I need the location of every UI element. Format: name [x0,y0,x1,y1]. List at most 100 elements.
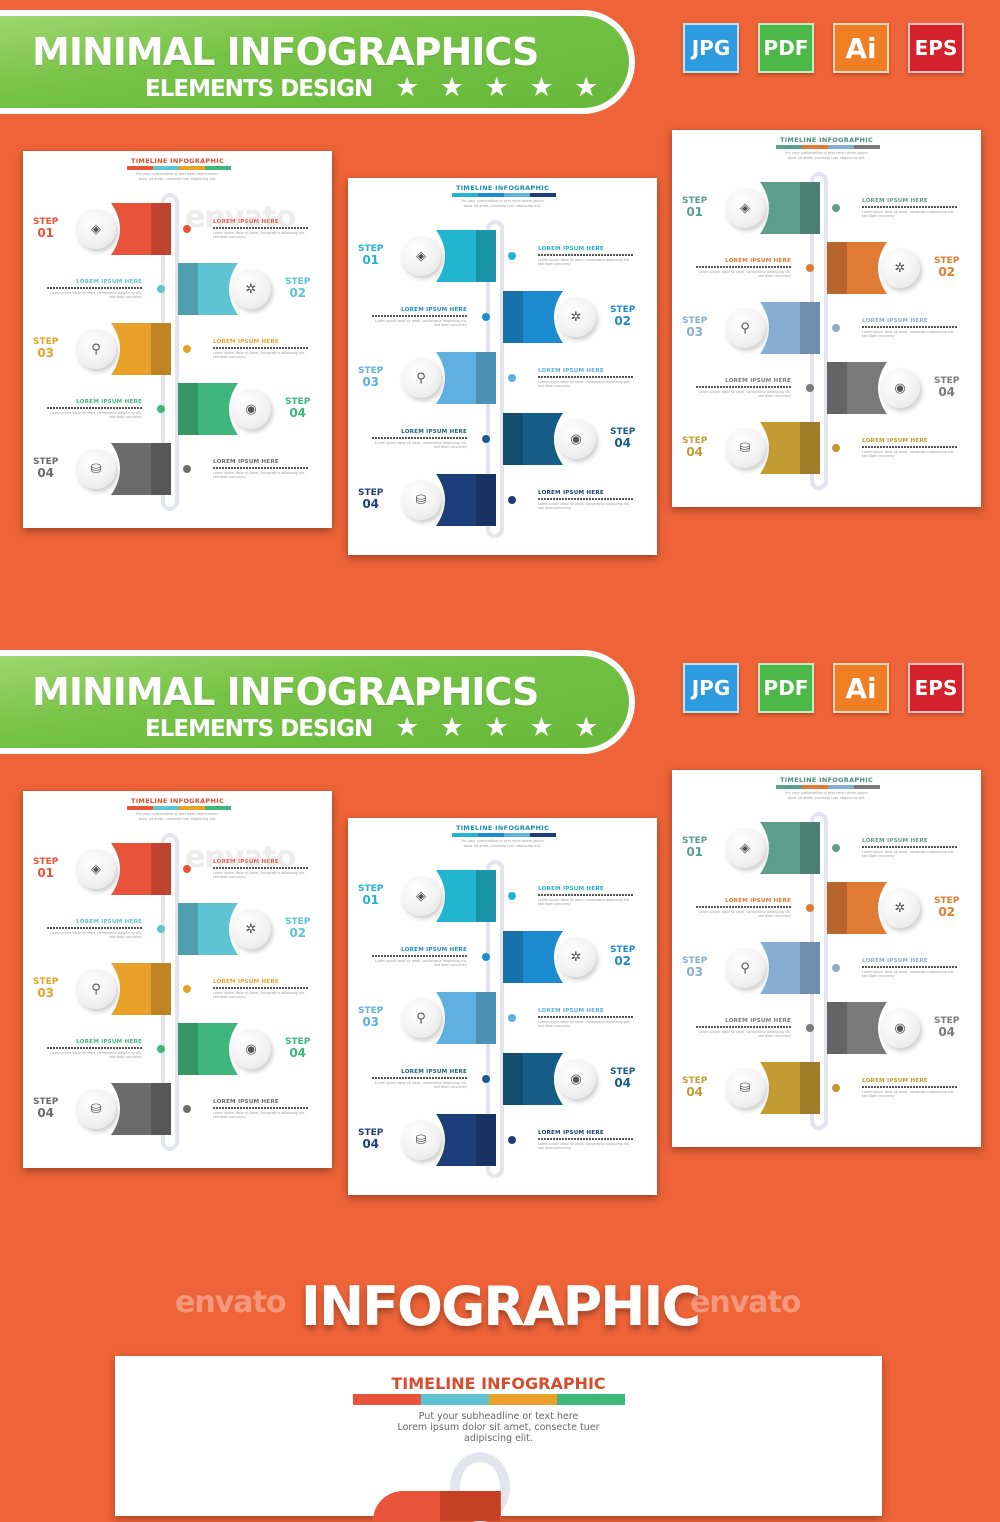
rating-stars-icon: ★ ★ ★ ★ ★ [395,72,605,103]
step-shape [503,291,563,343]
timeline-step: ◉ STEP 04 LOREM IPSUM HERE Lorem ipsum dol… [348,1053,657,1109]
timeline-step: ⛁ STEP 04 LOREM IPSUM HERE Lorem ipsum dol… [23,1083,332,1139]
timeline-dot [508,252,516,260]
diamond-icon: ◈ [725,188,765,228]
color-bar [127,166,231,170]
timeline-step: ◉ STEP 04 LOREM IPSUM HERE Lorem ipsum dol… [23,1023,332,1079]
color-bar [127,806,231,810]
timeline-step: ◈ STEP 01 LOREM IPSUM HERE Lorem ipsum dol… [672,822,981,878]
card-subtitle: Put your subheadline or text here Lorem … [461,199,544,208]
step-shape [178,263,238,315]
color-bar-segment [530,833,556,837]
banner-subtitle: ELEMENTS DESIGN [145,76,373,102]
step-description: LOREM IPSUM HERE Lorem ipsum dolor sit am… [372,1069,467,1089]
preview-section-1: MINIMAL INFOGRAPHICS ELEMENTS DESIGN ★ ★… [0,0,1000,640]
step-label: STEP 04 [934,1016,960,1039]
timeline-dot [482,435,490,443]
database-icon: ⛁ [401,1120,441,1160]
step-label: STEP 04 [610,427,636,450]
card-title: TIMELINE INFOGRAPHIC [130,157,225,165]
card-subtitle: Put your subheadline or text here Lorem … [785,151,868,160]
color-bar-segment [127,806,153,810]
color-bar [452,833,556,837]
people-icon: ⚲ [725,948,765,988]
step-description: LOREM IPSUM HERE Lorem ipsum dolor sit am… [862,838,957,858]
diamond-icon: ◈ [76,209,116,249]
card-subtitle: Put your subheadline or text here Lorem … [136,172,219,181]
people-icon: ⚲ [401,358,441,398]
step-shape [436,1114,496,1166]
timeline-dot [508,496,516,504]
step-shape [436,230,496,282]
eye-icon: ◉ [231,389,271,429]
timeline-step: ✲ STEP 02 LOREM IPSUM HERE Lorem ipsum dol… [23,903,332,959]
timeline-step: ⚲ STEP 03 LOREM IPSUM HERE Lorem ipsum dol… [23,323,332,379]
people-icon: ⚲ [725,308,765,348]
step-label: STEP 01 [682,836,708,859]
step-shape [760,1062,820,1114]
timeline-step: ⛁ STEP 04 LOREM IPSUM HERE Lorem ipsum dol… [348,1114,657,1170]
timeline-dot [806,384,814,392]
step-label: STEP 04 [358,1128,384,1151]
step-shape [760,822,820,874]
timeline-dot [157,405,165,413]
step-label: STEP 01 [33,857,59,880]
timeline-step: ◈ STEP 01 LOREM IPSUM HERE Lorem ipsum dol… [348,870,657,926]
timeline-dot [832,844,840,852]
step-label: STEP 03 [33,977,59,1000]
timeline-dot [482,953,490,961]
step-description: LOREM IPSUM HERE Lorem ipsum dolor sit am… [696,258,791,278]
eps-badge: EPS [908,663,964,713]
envato-watermark: envato [185,200,296,235]
timeline-card: TIMELINE INFOGRAPHIC Put your subheadlin… [672,770,981,1147]
step-label: STEP 04 [358,488,384,511]
timeline-dot [508,1136,516,1144]
step-shape [178,383,238,435]
timeline-step: ⛁ STEP 04 LOREM IPSUM HERE Lorem ipsum dol… [672,422,981,478]
color-bar-segment [153,166,179,170]
timeline-dot [183,985,191,993]
step-label: STEP 01 [682,196,708,219]
step-description: LOREM IPSUM HERE Lorem ipsum dolor sit am… [862,958,957,978]
gear-icon: ✲ [880,248,920,288]
color-bar-segment [530,193,556,197]
gear-icon: ✲ [231,269,271,309]
people-icon: ⚲ [76,969,116,1009]
timeline-dot [806,904,814,912]
step-shape [436,870,496,922]
step-description: LOREM IPSUM HERE Lorem ipsum dolor sit am… [213,1099,308,1119]
color-bar-segment [353,1394,421,1405]
timeline-step: ✲ STEP 02 LOREM IPSUM HERE Lorem ipsum dol… [672,242,981,298]
timeline-dot [806,1024,814,1032]
step-label: STEP 02 [285,917,311,940]
timeline-step: ⛁ STEP 04 LOREM IPSUM HERE Lorem ipsum dol… [23,443,332,499]
color-bar-segment [828,785,854,789]
database-icon: ⛁ [725,428,765,468]
step-label: STEP 04 [682,1076,708,1099]
step-label: STEP 02 [610,305,636,328]
step-shape [827,882,887,934]
timeline-dot [508,892,516,900]
step-description: LOREM IPSUM HERE Lorem ipsum dolor sit am… [538,368,633,388]
subtitle-line: adipiscing elit. [464,1433,533,1444]
timeline-step: ⚲ STEP 03 LOREM IPSUM HERE Lorem ipsum dol… [348,992,657,1048]
step-description: LOREM IPSUM HERE Lorem ipsum dolor sit am… [213,339,308,359]
timeline-card: TIMELINE INFOGRAPHIC Put your subheadlin… [672,130,981,507]
color-bar-segment [452,193,478,197]
step-description: LOREM IPSUM HERE Lorem ipsum dolor sit am… [372,307,467,327]
step-shape [178,1023,238,1075]
gear-icon: ✲ [556,297,596,337]
bottom-preview-card: TIMELINE INFOGRAPHIC Put your subheadlin… [115,1356,882,1522]
color-bar-segment [153,806,179,810]
step-label: STEP 01 [358,884,384,907]
timeline-dot [157,1045,165,1053]
database-icon: ⛁ [76,449,116,489]
pdf-badge: PDF [758,663,814,713]
color-bar-segment [802,145,828,149]
jpg-badge: JPG [683,23,739,73]
title-banner: MINIMAL INFOGRAPHICS ELEMENTS DESIGN ★ ★… [0,650,635,754]
color-bar-segment [854,145,880,149]
step-label: STEP 04 [33,1097,59,1120]
step-shape [503,1053,563,1105]
title-banner: MINIMAL INFOGRAPHICS ELEMENTS DESIGN ★ ★… [0,10,635,114]
